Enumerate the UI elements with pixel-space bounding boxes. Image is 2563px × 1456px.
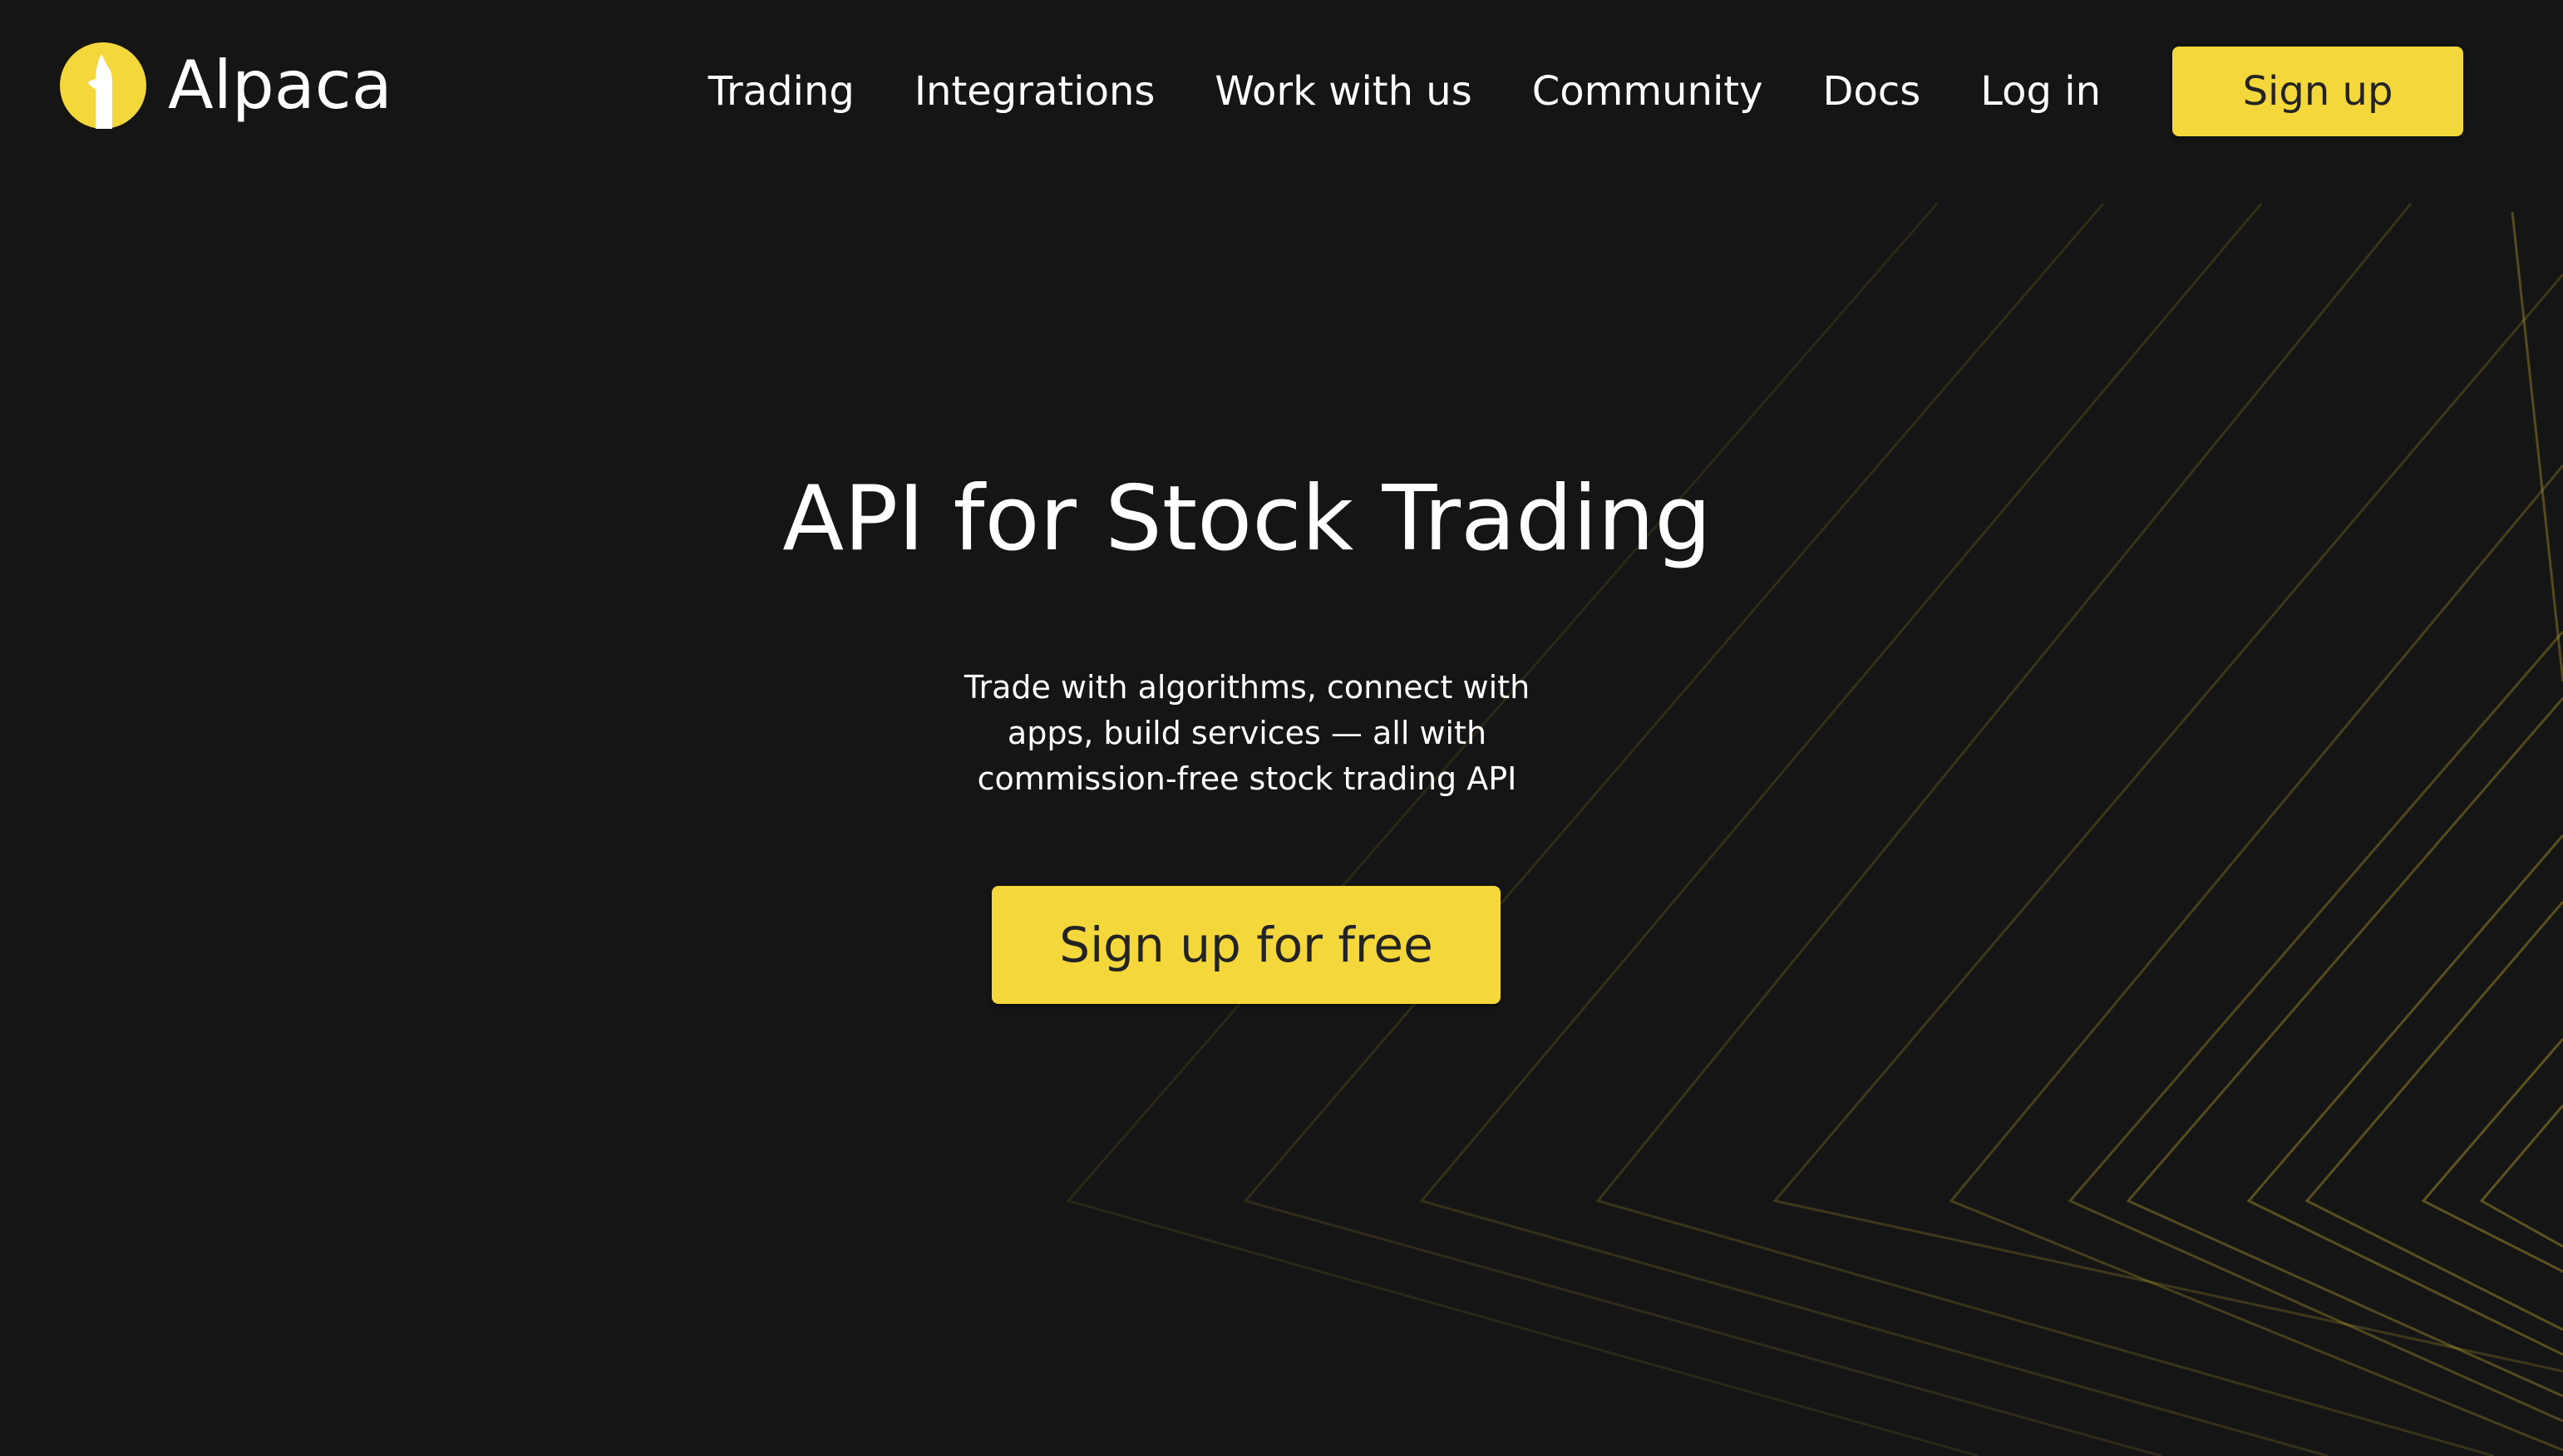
hero-title: API for Stock Trading xyxy=(782,467,1712,571)
hero-section: API for Stock Trading Trade with algorit… xyxy=(0,0,2494,1456)
background-line-diagonal xyxy=(2511,211,2563,682)
hero-subtitle: Trade with algorithms, connect with apps… xyxy=(964,669,1530,797)
sign-up-for-free-button[interactable]: Sign up for free xyxy=(992,886,1501,1004)
page: Alpaca Trading Integrations Work with us… xyxy=(0,0,2563,1456)
